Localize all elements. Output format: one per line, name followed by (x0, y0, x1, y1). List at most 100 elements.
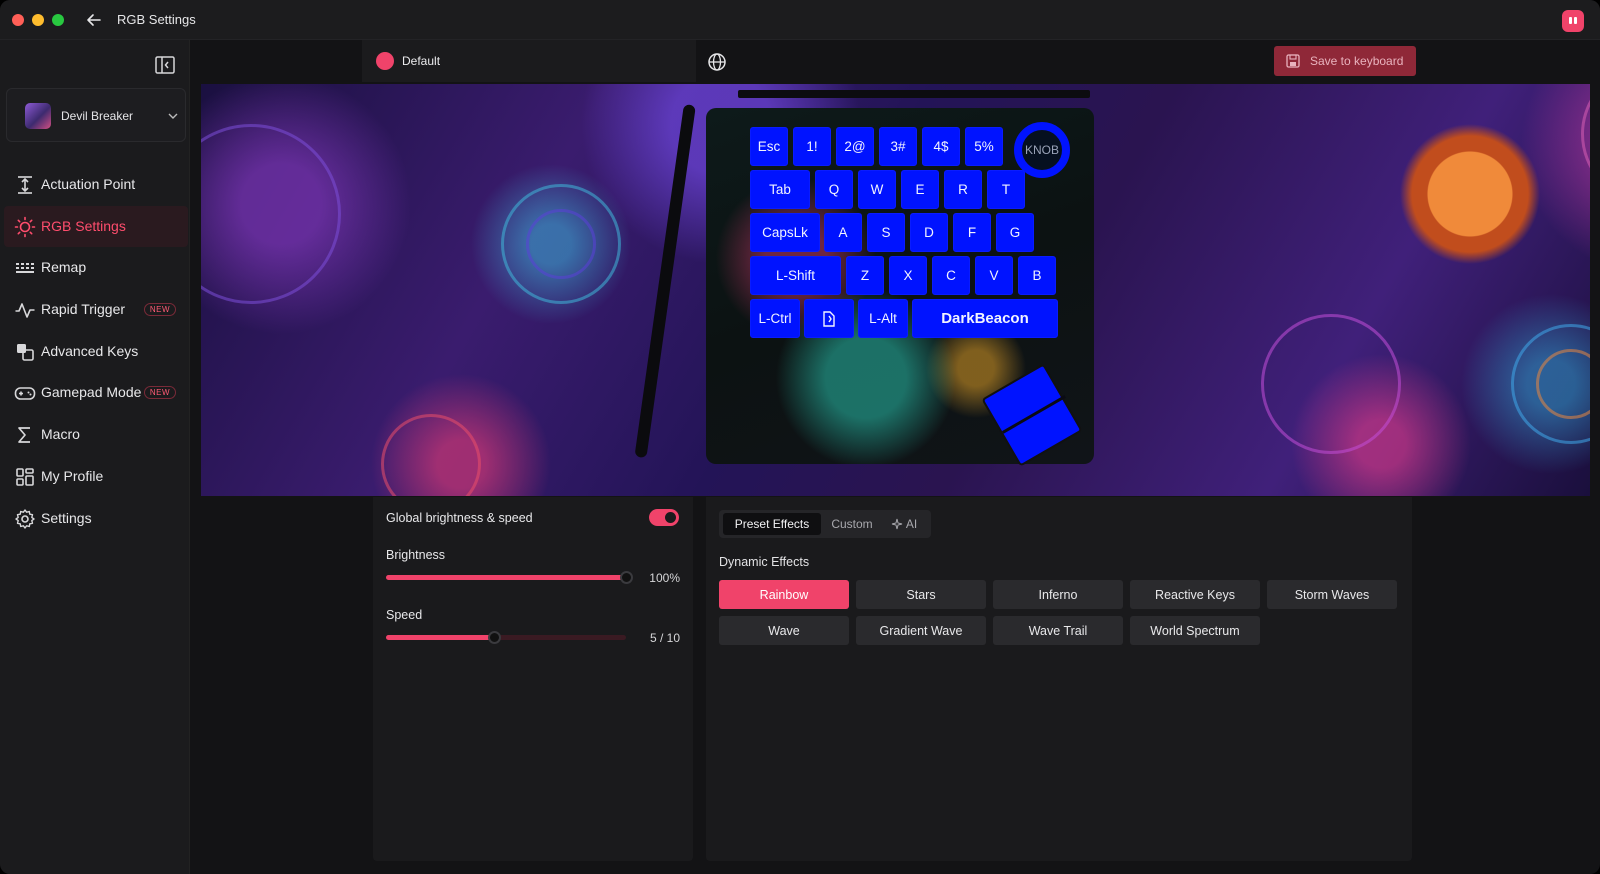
key-esc[interactable]: Esc (750, 127, 788, 166)
sidebar-item-my-profile[interactable]: My Profile (4, 456, 188, 498)
sidebar: Devil Breaker Actuation Point RGB Settin… (0, 40, 190, 874)
key-left-shift[interactable]: L-Shift (750, 256, 841, 295)
key-2[interactable]: 2@ (836, 127, 874, 166)
swirl-decoration (1261, 314, 1401, 454)
collapse-sidebar-icon[interactable] (154, 54, 176, 76)
app-logo-icon[interactable] (1562, 10, 1584, 32)
effect-rainbow[interactable]: Rainbow (719, 580, 849, 609)
key-s[interactable]: S (867, 213, 905, 252)
tab-preset-effects[interactable]: Preset Effects (723, 513, 821, 535)
device-avatar (25, 103, 51, 129)
sidebar-item-remap[interactable]: Remap (4, 247, 188, 289)
sidebar-item-label: Remap (41, 259, 87, 276)
tab-custom[interactable]: Custom (823, 513, 881, 535)
device-selector[interactable]: Devil Breaker (6, 88, 186, 142)
close-window-button[interactable] (12, 14, 24, 26)
pulse-icon (15, 303, 35, 318)
save-icon (1286, 54, 1300, 68)
speed-label: Speed (386, 608, 423, 622)
brightness-value: 100% (649, 571, 680, 585)
sidebar-item-gamepad-mode[interactable]: Gamepad Mode NEW (4, 372, 188, 414)
sun-icon (14, 216, 36, 237)
sidebar-item-macro[interactable]: Macro (4, 414, 188, 456)
effect-wave-trail[interactable]: Wave Trail (993, 616, 1123, 645)
keyboard-top-edge (738, 90, 1090, 98)
grid-profile-icon (16, 468, 34, 486)
key-left-alt[interactable]: L-Alt (858, 299, 908, 338)
global-brightness-label: Global brightness & speed (386, 511, 533, 525)
sidebar-item-label: Macro (41, 426, 80, 443)
save-button-label: Save to keyboard (1310, 54, 1404, 68)
device-name: Devil Breaker (61, 109, 134, 123)
effect-reactive-keys[interactable]: Reactive Keys (1130, 580, 1260, 609)
effects-tabs: Preset Effects Custom AI (719, 510, 931, 538)
profile-selector[interactable]: Default (362, 40, 696, 82)
tab-ai-label: AI (905, 517, 918, 531)
sidebar-item-label: Settings (41, 509, 92, 526)
fn-key-icon (823, 310, 835, 327)
effect-gradient-wave[interactable]: Gradient Wave (856, 616, 986, 645)
sidebar-item-label: Actuation Point (41, 176, 136, 192)
effect-world-spectrum[interactable]: World Spectrum (1130, 616, 1260, 645)
save-to-keyboard-button[interactable]: Save to keyboard (1274, 46, 1416, 76)
key-g[interactable]: G (996, 213, 1034, 252)
brightness-slider-fill (386, 575, 626, 580)
key-z[interactable]: Z (846, 256, 884, 295)
effect-wave[interactable]: Wave (719, 616, 849, 645)
sidebar-item-settings[interactable]: Settings (4, 498, 188, 540)
maximize-window-button[interactable] (52, 14, 64, 26)
back-arrow-icon[interactable] (84, 10, 104, 30)
brightness-speed-panel: Global brightness & speed Brightness 100… (373, 497, 693, 861)
key-tab[interactable]: Tab (750, 170, 810, 209)
key-a[interactable]: A (824, 213, 862, 252)
sidebar-item-label: Advanced Keys (41, 342, 139, 359)
key-b[interactable]: B (1018, 256, 1056, 295)
new-badge: NEW (143, 303, 176, 317)
key-w[interactable]: W (858, 170, 896, 209)
key-t[interactable]: T (987, 170, 1025, 209)
sidebar-item-advanced-keys[interactable]: Advanced Keys (4, 331, 188, 373)
chevron-down-icon (168, 113, 178, 119)
globe-icon[interactable] (707, 52, 727, 72)
key-left-ctrl[interactable]: L-Ctrl (750, 299, 800, 338)
key-capslock[interactable]: CapsLk (750, 213, 820, 252)
key-1[interactable]: 1! (793, 127, 831, 166)
key-c[interactable]: C (932, 256, 970, 295)
key-fn[interactable] (804, 299, 854, 338)
speed-slider-fill (386, 635, 494, 640)
sidebar-item-rapid-trigger[interactable]: Rapid Trigger NEW (4, 289, 188, 331)
brightness-slider[interactable] (386, 571, 633, 584)
title-bar: RGB Settings (0, 0, 1600, 40)
minimize-window-button[interactable] (32, 14, 44, 26)
key-4[interactable]: 4$ (922, 127, 960, 166)
effect-stars[interactable]: Stars (856, 580, 986, 609)
app-window: RGB Settings Devil Breaker Actuation Poi… (0, 0, 1600, 874)
key-d[interactable]: D (910, 213, 948, 252)
sidebar-item-rgb-settings[interactable]: RGB Settings (4, 205, 188, 248)
key-r[interactable]: R (944, 170, 982, 209)
key-f[interactable]: F (953, 213, 991, 252)
layers-icon (17, 343, 34, 361)
sidebar-item-actuation-point[interactable]: Actuation Point (4, 164, 188, 206)
key-e[interactable]: E (901, 170, 939, 209)
key-q[interactable]: Q (815, 170, 853, 209)
effect-inferno[interactable]: Inferno (993, 580, 1123, 609)
key-x[interactable]: X (889, 256, 927, 295)
brightness-slider-thumb[interactable] (620, 571, 633, 584)
speed-slider[interactable] (386, 631, 626, 644)
sparkle-icon (891, 518, 902, 530)
key-space[interactable]: DarkBeacon (912, 299, 1058, 338)
key-5[interactable]: 5% (965, 127, 1003, 166)
effect-storm-waves[interactable]: Storm Waves (1267, 580, 1397, 609)
actuation-icon (18, 176, 32, 194)
sidebar-item-label: RGB Settings (41, 217, 126, 234)
new-badge: NEW (143, 386, 176, 400)
tab-ai[interactable]: AI (883, 513, 925, 535)
sidebar-item-label: Rapid Trigger (41, 301, 126, 318)
global-brightness-toggle[interactable] (649, 509, 679, 526)
gamepad-icon (14, 387, 36, 401)
speed-slider-thumb[interactable] (488, 631, 501, 644)
key-v[interactable]: V (975, 256, 1013, 295)
key-3[interactable]: 3# (879, 127, 917, 166)
keyboard-grid-icon (16, 263, 34, 274)
